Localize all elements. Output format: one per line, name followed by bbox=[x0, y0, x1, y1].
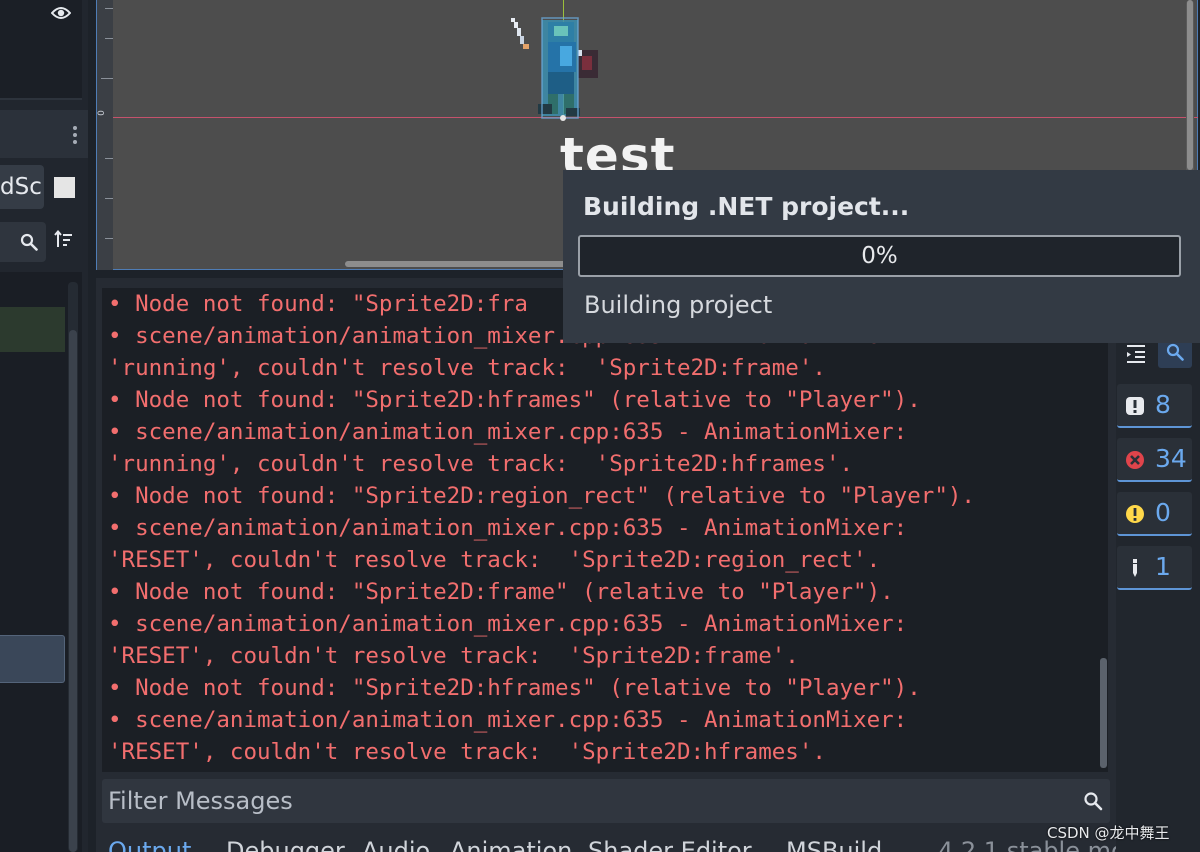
pencil-icon bbox=[1133, 559, 1137, 577]
search-icon bbox=[20, 233, 38, 251]
output-log[interactable]: • Node not found: "Sprite2D:fra • scene/a… bbox=[102, 288, 1108, 772]
log-line: • scene/animation/animation_mixer.cpp:63… bbox=[108, 611, 908, 637]
build-progress-text: 0% bbox=[861, 243, 898, 269]
message-icon bbox=[1126, 397, 1144, 415]
watermark: CSDN @龙中舞王 bbox=[1047, 824, 1170, 842]
search-icon bbox=[1166, 343, 1184, 361]
errors-count: 34 bbox=[1155, 444, 1187, 473]
x-axis-line bbox=[113, 117, 1198, 118]
tab-output[interactable]: Output bbox=[108, 836, 191, 852]
search-icon bbox=[1084, 792, 1103, 811]
tree-row[interactable] bbox=[0, 307, 65, 352]
log-line: 'RESET', couldn't resolve track: 'Sprite… bbox=[108, 547, 881, 573]
log-line: • scene/animation/animation_mixer.cpp:63… bbox=[108, 419, 908, 445]
log-line: • Node not found: "Sprite2D:region_rect"… bbox=[108, 483, 975, 509]
log-line: • Node not found: "Sprite2D:frame" (rela… bbox=[108, 579, 894, 605]
color-swatch[interactable] bbox=[54, 177, 75, 198]
tab-msbuild[interactable]: MSBuild bbox=[786, 836, 882, 852]
warning-icon bbox=[1126, 505, 1144, 523]
scene-tree-scroll-thumb[interactable] bbox=[69, 330, 77, 852]
ruler-origin-label: 0 bbox=[96, 110, 107, 116]
filter-editor-button[interactable]: 1 bbox=[1117, 546, 1192, 590]
editor-count: 1 bbox=[1155, 552, 1171, 581]
filter-messages-input[interactable]: Filter Messages bbox=[102, 779, 1110, 823]
tree-row-selected[interactable] bbox=[0, 635, 65, 683]
sort-icon[interactable] bbox=[54, 230, 74, 250]
bottom-panel-tabs: Output Debugger Audio Animation Shader E… bbox=[96, 832, 1200, 852]
warnings-count: 0 bbox=[1155, 498, 1171, 527]
log-line: 'running', couldn't resolve track: 'Spri… bbox=[108, 355, 826, 381]
log-line: • scene/animation/animation_mixer.cpp:63… bbox=[108, 515, 908, 541]
player-sprite[interactable] bbox=[508, 12, 608, 122]
filter-errors-button[interactable]: 34 bbox=[1117, 438, 1192, 482]
log-line: • Node not found: "Sprite2D:hframes" (re… bbox=[108, 387, 921, 413]
more-options-icon[interactable] bbox=[71, 124, 79, 146]
vertical-ruler bbox=[97, 0, 113, 270]
tab-animation[interactable]: Animation bbox=[450, 836, 572, 852]
filter-messages-button[interactable]: 8 bbox=[1117, 384, 1192, 428]
output-log-scrollbar[interactable] bbox=[1100, 658, 1107, 768]
log-line: 'RESET', couldn't resolve track: 'Sprite… bbox=[108, 739, 826, 765]
tab-debugger[interactable]: Debugger bbox=[226, 836, 345, 852]
log-line: 'RESET', couldn't resolve track: 'Sprite… bbox=[108, 643, 799, 669]
scene-dock-top-panel bbox=[0, 0, 82, 100]
log-line: 'running', couldn't resolve track: 'Spri… bbox=[108, 451, 854, 477]
log-lines: • Node not found: "Sprite2D:fra • scene/a… bbox=[108, 288, 975, 768]
error-icon bbox=[1126, 451, 1144, 469]
scene-tab-name[interactable]: dSc bbox=[0, 165, 44, 209]
filter-warnings-button[interactable]: 0 bbox=[1117, 492, 1192, 536]
tab-audio[interactable]: Audio bbox=[362, 836, 430, 852]
log-line: • scene/animation/animation_mixer.cpp:63… bbox=[108, 707, 908, 733]
messages-count: 8 bbox=[1155, 390, 1171, 419]
build-dialog-title: Building .NET project... bbox=[583, 192, 910, 221]
visibility-eye-icon[interactable] bbox=[51, 5, 71, 21]
build-status-text: Building project bbox=[584, 291, 773, 319]
tab-shader-editor[interactable]: Shader Editor bbox=[588, 836, 752, 852]
viewport-horizontal-scroll-thumb[interactable] bbox=[345, 261, 575, 267]
scene-filter-field[interactable] bbox=[0, 222, 46, 262]
log-line: • Node not found: "Sprite2D:hframes" (re… bbox=[108, 675, 921, 701]
viewport-vertical-scroll-thumb[interactable] bbox=[1187, 0, 1193, 170]
